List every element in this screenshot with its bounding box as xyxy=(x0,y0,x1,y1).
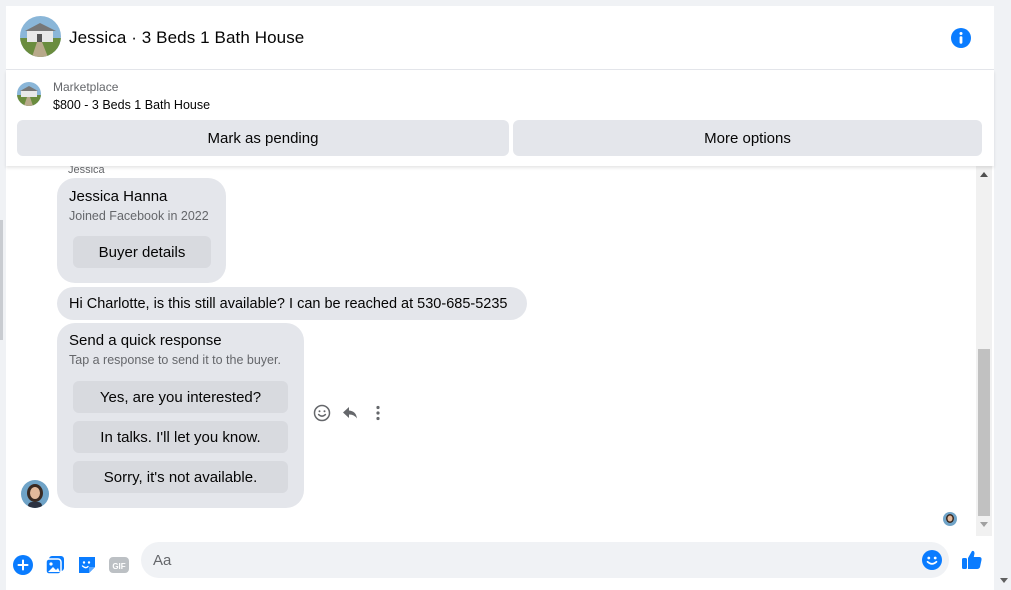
message-composer: GIF xyxy=(6,538,994,590)
scroll-thumb[interactable] xyxy=(978,349,990,516)
scroll-down-arrow-icon[interactable] xyxy=(980,522,988,527)
quick-response-option[interactable]: Sorry, it's not available. xyxy=(73,461,288,493)
chat-title: Jessica · 3 Beds 1 Bath House xyxy=(69,28,305,47)
listing-price-title[interactable]: $800 - 3 Beds 1 Bath House xyxy=(53,98,210,112)
message-text: Hi Charlotte, is this still available? I… xyxy=(69,295,508,312)
message-actions xyxy=(312,403,388,423)
emoji-icon[interactable] xyxy=(921,549,943,571)
quick-response-option[interactable]: Yes, are you interested? xyxy=(73,381,288,413)
chat-scrollbar[interactable] xyxy=(976,166,992,536)
window-edge xyxy=(0,220,3,340)
messenger-chat-window: Jessica · 3 Beds 1 Bath House Marketplac… xyxy=(6,6,994,590)
sticker-icon[interactable] xyxy=(76,554,98,576)
chat-header: Jessica · 3 Beds 1 Bath House xyxy=(6,6,994,70)
info-icon[interactable] xyxy=(950,27,972,49)
listing-avatar[interactable] xyxy=(20,16,61,57)
sender-name: Jessica xyxy=(68,166,105,176)
more-actions-icon[interactable] xyxy=(368,403,388,423)
message-input[interactable] xyxy=(141,542,901,578)
quick-response-card: Send a quick response Tap a response to … xyxy=(57,323,304,508)
plus-icon[interactable] xyxy=(12,554,34,576)
more-options-button[interactable]: More options xyxy=(513,120,982,156)
gif-icon[interactable]: GIF xyxy=(108,554,130,576)
mark-as-pending-button[interactable]: Mark as pending xyxy=(17,120,509,156)
listing-category: Marketplace xyxy=(53,80,119,94)
buyer-info-card: Jessica Hanna Joined Facebook in 2022 Bu… xyxy=(57,178,226,283)
window-scroll-arrow-icon[interactable] xyxy=(1000,578,1008,583)
reply-icon[interactable] xyxy=(340,403,360,423)
gif-label: GIF xyxy=(112,562,125,571)
seen-receipt-avatar xyxy=(943,512,957,526)
react-emoji-icon[interactable] xyxy=(312,403,332,423)
buyer-joined-date: Joined Facebook in 2022 xyxy=(69,209,209,223)
marketplace-listing-banner: Marketplace $800 - 3 Beds 1 Bath House M… xyxy=(6,70,994,166)
sender-avatar[interactable] xyxy=(21,480,49,508)
quick-response-option[interactable]: In talks. I'll let you know. xyxy=(73,421,288,453)
message-bubble[interactable]: Hi Charlotte, is this still available? I… xyxy=(57,287,527,320)
buyer-name: Jessica Hanna xyxy=(69,188,168,205)
thumbs-up-icon[interactable] xyxy=(960,548,984,572)
buyer-details-button[interactable]: Buyer details xyxy=(73,236,211,268)
photo-icon[interactable] xyxy=(44,554,66,576)
message-thread: Jessica Jessica Hanna Joined Facebook in… xyxy=(6,166,994,536)
scroll-up-arrow-icon[interactable] xyxy=(980,172,988,177)
message-input-wrapper xyxy=(141,542,949,578)
quick-response-subtitle: Tap a response to send it to the buyer. xyxy=(69,353,281,367)
listing-thumbnail[interactable] xyxy=(17,82,41,106)
quick-response-title: Send a quick response xyxy=(69,332,222,349)
